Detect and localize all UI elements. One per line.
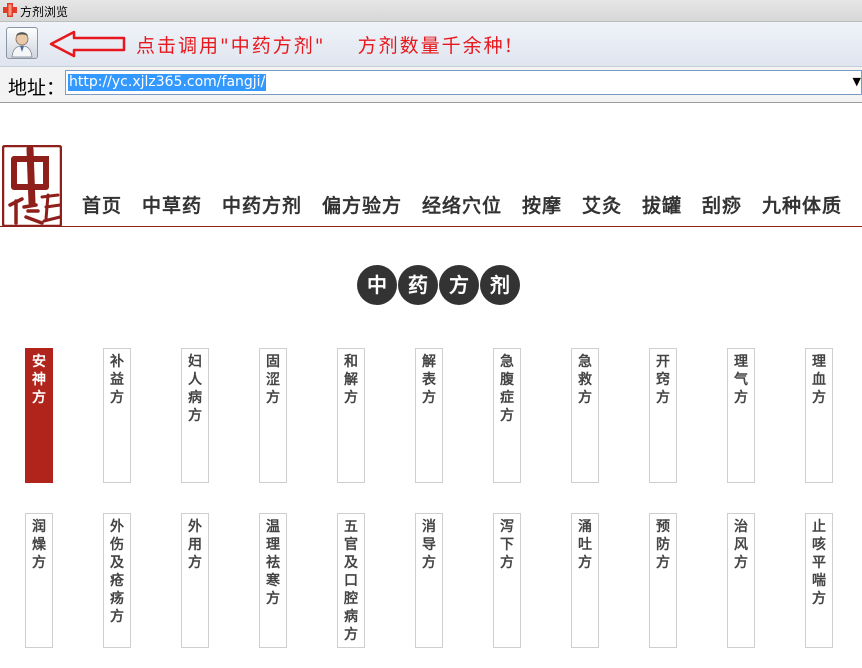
heading-char: 药 <box>398 265 438 305</box>
category-label: 理血方 <box>812 354 826 406</box>
heading-char: 剂 <box>480 265 520 305</box>
category-label: 外伤及疮疡方 <box>110 519 124 625</box>
medical-cross-icon <box>3 3 17 17</box>
category-jifuzheng[interactable]: 急腹症方 <box>493 348 521 483</box>
category-label: 解表方 <box>422 354 436 406</box>
nav-home[interactable]: 首页 <box>82 191 122 218</box>
category-label: 润燥方 <box>32 519 46 571</box>
category-buyi[interactable]: 补益方 <box>103 348 131 483</box>
category-wuguan[interactable]: 五官及口腔病方 <box>337 513 365 648</box>
category-hejie[interactable]: 和解方 <box>337 348 365 483</box>
window-title: 方剂浏览 <box>20 5 69 19</box>
category-label: 急救方 <box>578 354 592 406</box>
toolbar-hint-text: 点击调用"中药方剂" 方剂数量千余种! <box>136 35 515 57</box>
address-bar: 地址： http://yc.xjlz365.com/fangji/ ▼ <box>0 67 862 103</box>
address-label: 地址： <box>8 77 66 99</box>
category-label: 急腹症方 <box>500 354 514 424</box>
nav-folk-remedies[interactable]: 偏方验方 <box>322 191 402 218</box>
category-label: 温理祛寒方 <box>266 519 280 607</box>
category-label: 固涩方 <box>266 354 280 406</box>
window-titlebar: 方剂浏览 <box>0 0 862 22</box>
category-kaiqiao[interactable]: 开窍方 <box>649 348 677 483</box>
zhongyi-guan-logo[interactable] <box>2 145 62 227</box>
category-jiebiao[interactable]: 解表方 <box>415 348 443 483</box>
category-lixue[interactable]: 理血方 <box>805 348 833 483</box>
web-page: 首页 中草药 中药方剂 偏方验方 经络穴位 按摩 艾灸 拔罐 刮痧 九种体质 中… <box>0 103 862 668</box>
nav-herbs[interactable]: 中草药 <box>142 191 202 218</box>
category-label: 止咳平喘方 <box>812 519 826 607</box>
category-yufang[interactable]: 预防方 <box>649 513 677 648</box>
category-furenbing[interactable]: 妇人病方 <box>181 348 209 483</box>
category-zhifeng[interactable]: 治风方 <box>727 513 755 648</box>
address-url-text: http://yc.xjlz365.com/fangji/ <box>68 74 267 91</box>
category-label: 安神方 <box>32 354 46 406</box>
category-xiaodao[interactable]: 消导方 <box>415 513 443 648</box>
category-label: 五官及口腔病方 <box>344 519 358 643</box>
doctor-avatar-icon <box>11 32 33 58</box>
category-anshen[interactable]: 安神方 <box>25 348 53 483</box>
nav-moxibustion[interactable]: 艾灸 <box>582 191 622 218</box>
nav-massage[interactable]: 按摩 <box>522 191 562 218</box>
category-guse[interactable]: 固涩方 <box>259 348 287 483</box>
nav-formulas[interactable]: 中药方剂 <box>222 191 302 218</box>
category-wenliquhan[interactable]: 温理祛寒方 <box>259 513 287 648</box>
category-label: 外用方 <box>188 519 202 571</box>
category-label: 预防方 <box>656 519 670 571</box>
category-label: 理气方 <box>734 354 748 406</box>
nav-acupoints[interactable]: 经络穴位 <box>422 191 502 218</box>
category-label: 治风方 <box>734 519 748 571</box>
heading-char: 方 <box>439 265 479 305</box>
toolbar: 点击调用"中药方剂" 方剂数量千余种! <box>0 22 862 67</box>
category-yongtu[interactable]: 涌吐方 <box>571 513 599 648</box>
nav-divider <box>0 226 862 227</box>
nav-constitutions[interactable]: 九种体质 <box>762 191 842 218</box>
left-arrow-icon <box>49 30 126 58</box>
category-label: 和解方 <box>344 354 358 406</box>
heading-char: 中 <box>357 265 397 305</box>
open-formula-button[interactable] <box>6 27 38 59</box>
category-label: 开窍方 <box>656 354 670 406</box>
category-waiyong[interactable]: 外用方 <box>181 513 209 648</box>
category-label: 涌吐方 <box>578 519 592 571</box>
category-label: 泻下方 <box>500 519 514 571</box>
category-label: 补益方 <box>110 354 124 406</box>
address-input[interactable]: http://yc.xjlz365.com/fangji/ ▼ <box>65 70 862 95</box>
category-runzao[interactable]: 润燥方 <box>25 513 53 648</box>
category-liqi[interactable]: 理气方 <box>727 348 755 483</box>
dropdown-arrow-icon[interactable]: ▼ <box>853 75 861 88</box>
category-label: 妇人病方 <box>188 354 202 424</box>
category-waishang[interactable]: 外伤及疮疡方 <box>103 513 131 648</box>
category-label: 消导方 <box>422 519 436 571</box>
category-jijiu[interactable]: 急救方 <box>571 348 599 483</box>
category-xiexia[interactable]: 泻下方 <box>493 513 521 648</box>
nav-cupping[interactable]: 拔罐 <box>642 191 682 218</box>
nav-guasha[interactable]: 刮痧 <box>702 191 742 218</box>
category-zhikepingchuan[interactable]: 止咳平喘方 <box>805 513 833 648</box>
